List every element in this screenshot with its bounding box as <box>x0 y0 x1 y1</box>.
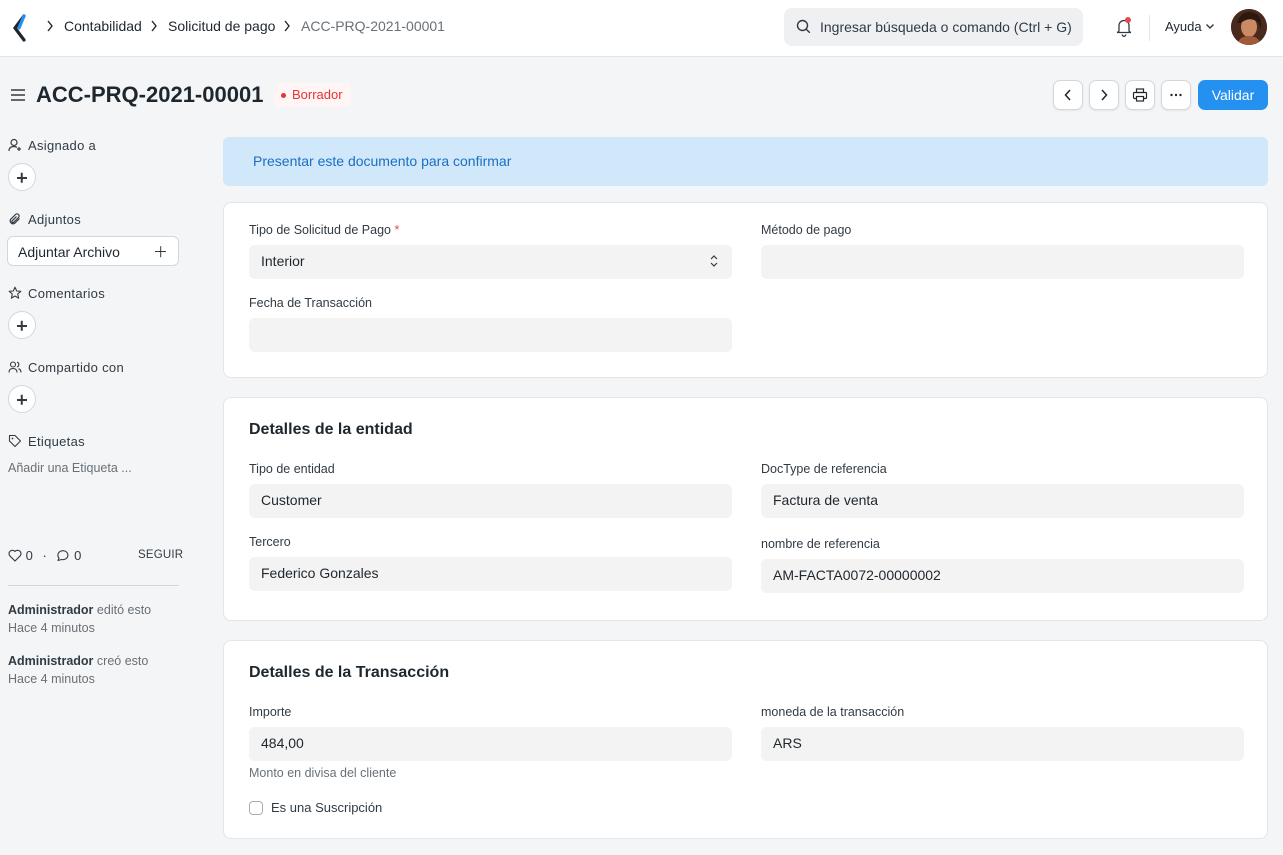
amount-field[interactable]: 484,00 <box>249 727 732 761</box>
breadcrumb-current[interactable]: ACC-PRQ-2021-00001 <box>301 18 445 34</box>
add-comment-button[interactable] <box>8 311 36 339</box>
breadcrumb-chevron-icon <box>284 20 290 32</box>
comments-count: 0 <box>74 548 82 563</box>
add-assignee-button[interactable] <box>8 163 36 191</box>
chevron-down-icon[interactable] <box>1205 23 1215 30</box>
breadcrumb-solicitud-de-pago[interactable]: Solicitud de pago <box>168 18 275 34</box>
activity-action: editó esto <box>96 603 152 617</box>
printer-icon <box>1132 88 1148 102</box>
add-tag-link[interactable]: Añadir una Etiqueta ... <box>8 461 132 475</box>
tags-section: Etiquetas <box>8 434 85 449</box>
user-add-icon <box>8 138 21 152</box>
help-menu[interactable]: Ayuda <box>1165 19 1202 34</box>
page-title: ACC-PRQ-2021-00001 <box>36 82 264 107</box>
submit-banner-text: Presentar este documento para confirmar <box>253 153 512 169</box>
breadcrumb-chevron-icon <box>151 20 157 32</box>
activity-item: Administrador editó esto Hace 4 minutos <box>8 601 151 637</box>
next-doc-button[interactable] <box>1089 80 1119 110</box>
assigned-to-label: Asignado a <box>28 138 97 153</box>
payment-request-type-select[interactable]: Interior <box>249 245 732 279</box>
chevron-right-icon <box>1101 89 1108 101</box>
transaction-date-label: Fecha de Transacción <box>249 296 372 310</box>
tag-icon <box>8 434 22 448</box>
activity-time: Hace 4 minutos <box>8 672 95 686</box>
activity-item: Administrador creó esto Hace 4 minutos <box>8 652 148 688</box>
reference-doctype-field[interactable]: Factura de venta <box>761 484 1244 518</box>
heart-icon[interactable] <box>8 549 22 562</box>
reference-name-label: nombre de referencia <box>761 537 880 551</box>
party-field[interactable]: Federico Gonzales <box>249 557 732 591</box>
entity-details-section: Detalles de la entidad Tipo de entidad C… <box>223 397 1268 621</box>
payment-method-field[interactable] <box>761 245 1244 279</box>
party-type-field[interactable]: Customer <box>249 484 732 518</box>
attachments-label: Adjuntos <box>28 212 81 227</box>
amount-description: Monto en divisa del cliente <box>249 766 397 780</box>
amount-label: Importe <box>249 705 292 719</box>
comments-label: Comentarios <box>28 286 105 301</box>
search-placeholder: Ingresar búsqueda o comando (Ctrl + G) <box>820 19 1072 35</box>
attach-file-button[interactable]: Adjuntar Archivo <box>7 236 179 266</box>
follow-button[interactable]: SEGUIR <box>138 549 183 561</box>
users-icon <box>8 361 22 373</box>
transaction-details-title: Detalles de la Transacción <box>249 664 450 681</box>
more-horizontal-icon <box>1170 93 1182 97</box>
subscription-checkbox[interactable] <box>249 801 263 815</box>
activity-time: Hace 4 minutos <box>8 621 95 635</box>
navbar: Contabilidad Solicitud de pago ACC-PRQ-2… <box>0 0 1283 57</box>
payment-method-label: Método de pago <box>761 223 852 237</box>
select-arrows-icon <box>710 255 718 267</box>
separator-dot: · <box>42 548 47 563</box>
currency-field[interactable]: ARS <box>761 727 1244 761</box>
add-share-button[interactable] <box>8 385 36 413</box>
submit-banner: Presentar este documento para confirmar <box>223 137 1268 186</box>
shared-with-label: Compartido con <box>28 360 124 375</box>
activity-user[interactable]: Administrador <box>8 654 93 668</box>
star-icon <box>8 286 22 299</box>
comments-section: Comentarios <box>8 286 105 301</box>
currency-label: moneda de la transacción <box>761 705 905 719</box>
party-label: Tercero <box>249 535 291 549</box>
transaction-details-section: Detalles de la Transacción Importe 484,0… <box>223 640 1268 839</box>
party-type-label: Tipo de entidad <box>249 462 335 476</box>
app-logo-icon[interactable] <box>12 14 30 42</box>
transaction-date-field[interactable] <box>249 318 732 352</box>
chevron-left-icon <box>1064 89 1071 101</box>
plus-icon <box>155 246 166 257</box>
shared-with-section: Compartido con <box>8 360 124 375</box>
reference-name-field[interactable]: AM-FACTA0072-00000002 <box>761 559 1244 593</box>
likes-count: 0 <box>25 548 33 563</box>
activity-action: creó esto <box>96 654 149 668</box>
assigned-to-section: Asignado a <box>8 138 96 153</box>
notification-dot <box>1125 17 1131 23</box>
user-avatar[interactable] <box>1231 9 1267 45</box>
print-button[interactable] <box>1125 80 1155 110</box>
more-actions-button[interactable] <box>1161 80 1191 110</box>
payment-request-type-value: Interior <box>261 253 305 269</box>
sidebar-toggle-icon[interactable] <box>10 88 26 102</box>
sidebar-divider <box>8 585 179 586</box>
attach-file-label: Adjuntar Archivo <box>18 244 120 260</box>
breadcrumb-chevron-icon <box>47 20 53 32</box>
payment-request-section: Tipo de Solicitud de Pago * Interior Mét… <box>223 202 1268 378</box>
breadcrumb-contabilidad[interactable]: Contabilidad <box>64 18 142 34</box>
submit-button[interactable]: Validar <box>1198 80 1268 110</box>
navbar-divider <box>1149 15 1150 41</box>
status-badge: Borrador <box>274 83 351 107</box>
tags-label: Etiquetas <box>28 434 85 449</box>
attachments-section: Adjuntos <box>8 212 81 227</box>
previous-doc-button[interactable] <box>1053 80 1083 110</box>
comment-icon[interactable] <box>56 549 70 562</box>
search-bar[interactable]: Ingresar búsqueda o comando (Ctrl + G) <box>784 8 1083 46</box>
paperclip-icon <box>9 213 20 225</box>
reference-doctype-label: DocType de referencia <box>761 462 887 476</box>
search-icon <box>796 19 811 34</box>
payment-request-type-label: Tipo de Solicitud de Pago * <box>249 223 400 237</box>
subscription-label[interactable]: Es una Suscripción <box>271 800 382 815</box>
entity-details-title: Detalles de la entidad <box>249 421 413 438</box>
activity-user[interactable]: Administrador <box>8 603 93 617</box>
likes-comments-counter: 0 · 0 <box>8 548 81 563</box>
